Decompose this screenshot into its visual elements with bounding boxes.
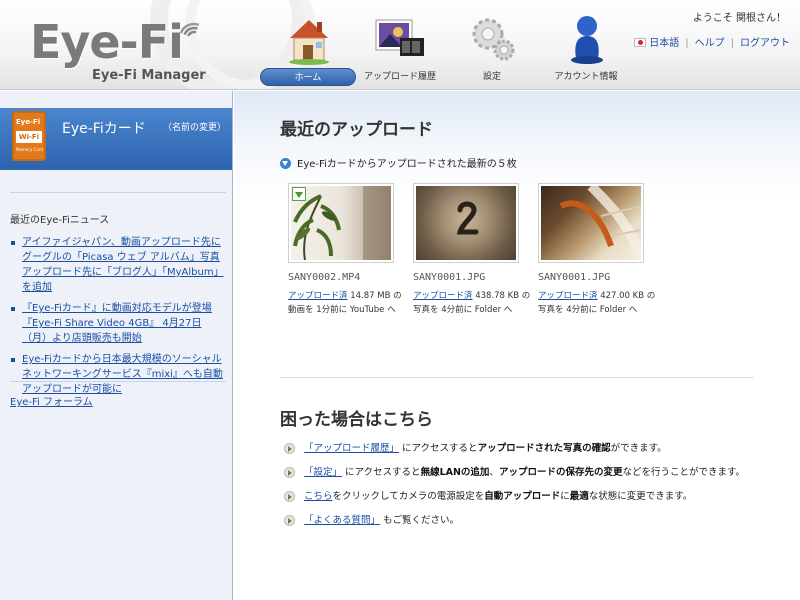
arrow-right-icon [284,467,295,478]
thumbnail[interactable] [288,183,394,263]
nav-upload-history-label: アップロード履歴 [363,72,436,82]
nav-home[interactable]: ホーム [260,10,356,88]
power-settings-link[interactable]: こちら [304,491,333,502]
house-icon [289,20,329,65]
upload-history-link[interactable]: 「アップロード履歴」 [304,443,399,454]
news-link[interactable]: Eye-Fiカードから日本最大規模のソーシャルネットワーキングサービス『mixi… [22,354,223,395]
news-item: 『Eye-Fiカード』に動画対応モデルが登場『Eye-Fi Share Vide… [10,301,226,346]
collapse-toggle-icon[interactable] [280,158,291,169]
nav-account-label: アカウント情報 [554,72,618,82]
file-description: アップロード済 427.00 KB の写真を 4分前に Folder へ [538,291,656,315]
file-name: SANY0002.MP4 [288,272,361,283]
help-list: 「アップロード履歴」 にアクセスするとアップロードされた写真の確認ができます。 … [284,443,784,539]
card-panel[interactable]: Eye-Fi Wi-Fi Memory Card Eye-Fiカード （名前の変… [0,108,232,170]
welcome-text: ようこそ 関根さん！ [692,13,786,24]
divider [280,377,754,378]
photo-film-icon [375,19,424,56]
upload-status-link[interactable]: アップロード済 [538,291,598,301]
eye-fi-logo[interactable]: Eye-Fi Eye-Fi Manager [30,14,210,86]
gears-icon [472,18,515,61]
help-item: こちらをクリックしてカメラの電源設定を自動アップロードに最適な状態に変更できます… [284,491,784,515]
news-list: アイファイジャパン、動画アップロード先にグーグルの「Picasa ウェブ アルバ… [10,235,226,403]
arrow-right-icon [284,491,295,502]
thumbnail[interactable] [538,183,644,263]
news-item: アイファイジャパン、動画アップロード先にグーグルの「Picasa ウェブ アルバ… [10,235,226,295]
nav-upload-history[interactable]: アップロード履歴 [352,10,448,88]
faq-link[interactable]: 「よくある質問」 [304,515,380,526]
help-item: 「よくある質問」 もご覧ください。 [284,515,784,539]
nav-settings[interactable]: 設定 [444,10,540,88]
file-description: アップロード済 14.87 MB の動画を 1分前に YouTube へ [288,291,402,315]
japan-flag-icon [634,38,647,47]
recent-uploads-title: 最近のアップロード [280,120,433,140]
file-description: アップロード済 438.78 KB の写真を 4分前に Folder へ [413,291,531,315]
forum-link[interactable]: Eye-Fi フォーラム [10,393,93,408]
language-link[interactable]: 日本語 [649,38,679,49]
divider [10,192,226,193]
nav-account[interactable]: アカウント情報 [538,10,634,88]
main-content: 最近のアップロード Eye-Fiカードからアップロードされた最新の５枚 SANY… [234,91,800,600]
nav-settings-label: 設定 [482,72,501,82]
help-item: 「設定」 にアクセスすると無線LANの追加、アップロードの保存先の変更などを行う… [284,467,784,491]
help-title: 困った場合はこちら [280,410,433,430]
user-icon [571,16,603,64]
logo-subtitle: Eye-Fi Manager [92,68,206,83]
divider [10,381,226,382]
news-item: Eye-Fiカードから日本最大規模のソーシャルネットワーキングサービス『mixi… [10,352,226,397]
top-links: 日本語 | ヘルプ | ログアウト [634,34,790,49]
settings-link[interactable]: 「設定」 [304,467,342,478]
help-item: 「アップロード履歴」 にアクセスするとアップロードされた写真の確認ができます。 [284,443,784,467]
header: Eye-Fi Eye-Fi Manager ホーム アップロード履歴 設定 アカ… [0,0,800,90]
logo-text: Eye-Fi [30,15,184,69]
sidebar: Eye-Fi Wi-Fi Memory Card Eye-Fiカード （名前の変… [0,91,233,600]
help-link[interactable]: ヘルプ [695,38,725,49]
wifi-signal-icon [180,22,200,37]
file-name: SANY0001.JPG [413,272,486,283]
news-link[interactable]: アイファイジャパン、動画アップロード先にグーグルの「Picasa ウェブ アルバ… [22,237,224,293]
thumbnail[interactable] [413,183,519,263]
upload-item[interactable]: SANY0002.MP4 アップロード済 14.87 MB の動画を 1分前に … [288,183,406,317]
thumbnail-image [541,186,641,260]
rename-card-link[interactable]: （名前の変更） [163,120,226,133]
download-arrow-icon [292,187,306,201]
upload-item[interactable]: SANY0001.JPG アップロード済 438.78 KB の写真を 4分前に… [413,183,531,317]
file-name: SANY0001.JPG [538,272,611,283]
card-name: Eye-Fiカード [62,121,146,137]
thumbnail-image [416,186,516,260]
nav-home-label: ホーム [260,68,356,86]
recent-uploads-subtitle[interactable]: Eye-Fiカードからアップロードされた最新の５枚 [280,155,517,170]
logout-link[interactable]: ログアウト [740,38,790,49]
upload-status-link[interactable]: アップロード済 [413,291,473,301]
eye-fi-card-icon: Eye-Fi Wi-Fi Memory Card [12,111,46,161]
arrow-right-icon [284,515,295,526]
news-link[interactable]: 『Eye-Fiカード』に動画対応モデルが登場『Eye-Fi Share Vide… [22,303,212,344]
arrow-right-icon [284,443,295,454]
upload-status-link[interactable]: アップロード済 [288,291,348,301]
thumbnail-image [291,186,391,260]
news-title: 最近のEye-Fiニュース [10,215,110,226]
upload-item[interactable]: SANY0001.JPG アップロード済 427.00 KB の写真を 4分前に… [538,183,656,317]
